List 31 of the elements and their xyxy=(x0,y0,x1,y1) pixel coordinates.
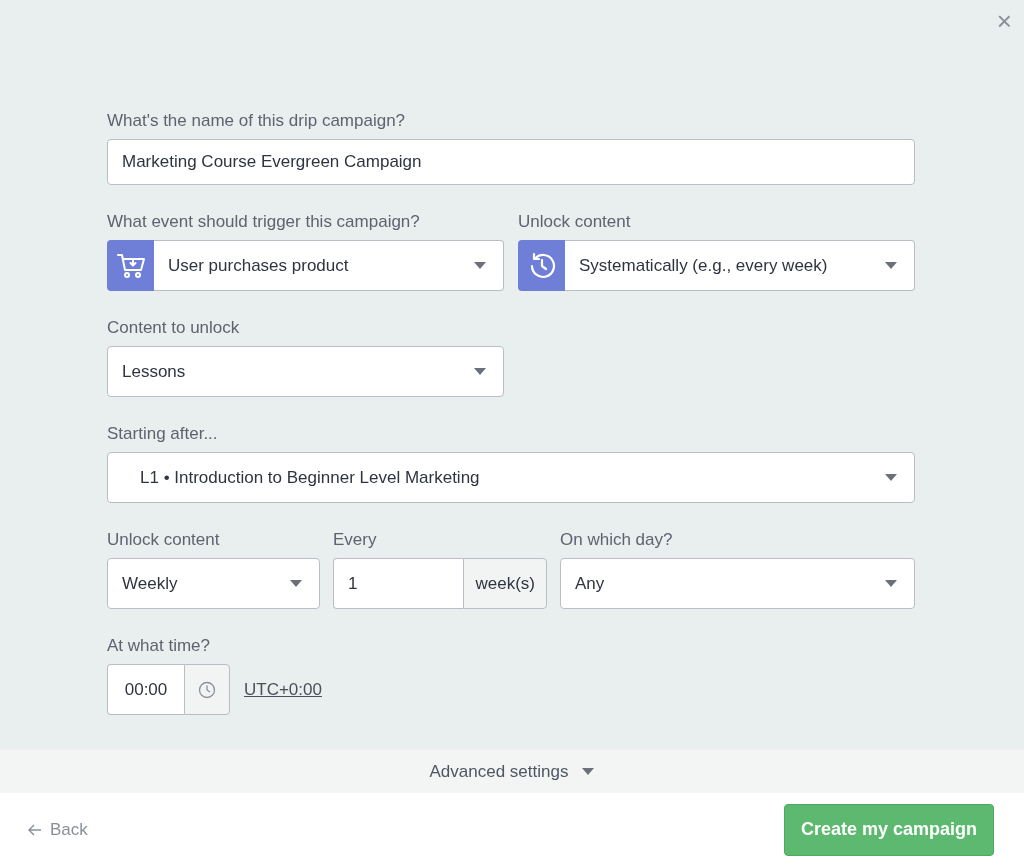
field-label: Content to unlock xyxy=(107,318,241,338)
caret-icon xyxy=(885,474,897,481)
dropdown[interactable]: L1 • Introduction to Beginner Level Marketing xyxy=(107,452,915,503)
caret-icon xyxy=(885,262,897,269)
caret-icon xyxy=(474,262,486,269)
field-label: What event should trigger this campaign? xyxy=(107,212,421,232)
unit-label: week(s) xyxy=(463,558,547,609)
time-input[interactable]: 00:00 xyxy=(107,664,184,715)
arrow-left-icon xyxy=(28,823,42,836)
field-label: Starting after... xyxy=(107,424,219,444)
field-label: Unlock content xyxy=(107,530,221,550)
caret-icon xyxy=(885,580,897,587)
timezone-link[interactable]: UTC+0:00 xyxy=(244,679,322,700)
field-label: On which day? xyxy=(560,530,674,550)
dropdown[interactable]: Systematically (e.g., every week) xyxy=(565,240,915,291)
time-picker-button[interactable] xyxy=(184,664,230,715)
dropdown[interactable]: Lessons xyxy=(107,346,504,397)
cart-icon xyxy=(115,251,146,280)
dropdown[interactable]: Weekly xyxy=(107,558,320,609)
field-label: What's the name of this drip campaign? xyxy=(107,111,407,131)
field-label: Unlock content xyxy=(518,212,632,232)
field-label: At what time? xyxy=(107,636,211,656)
dropdown[interactable]: User purchases product xyxy=(154,240,504,291)
dropdown[interactable]: Any xyxy=(560,558,915,609)
number-input[interactable]: 1 xyxy=(333,558,464,609)
field-label: Every xyxy=(333,530,378,550)
caret-icon xyxy=(474,368,486,375)
campaign-name-input[interactable]: Marketing Course Evergreen Campaign xyxy=(107,139,915,185)
clock-icon xyxy=(198,680,216,699)
advanced-settings-toggle[interactable]: Advanced settings xyxy=(0,750,1024,793)
caret-icon xyxy=(290,580,302,587)
